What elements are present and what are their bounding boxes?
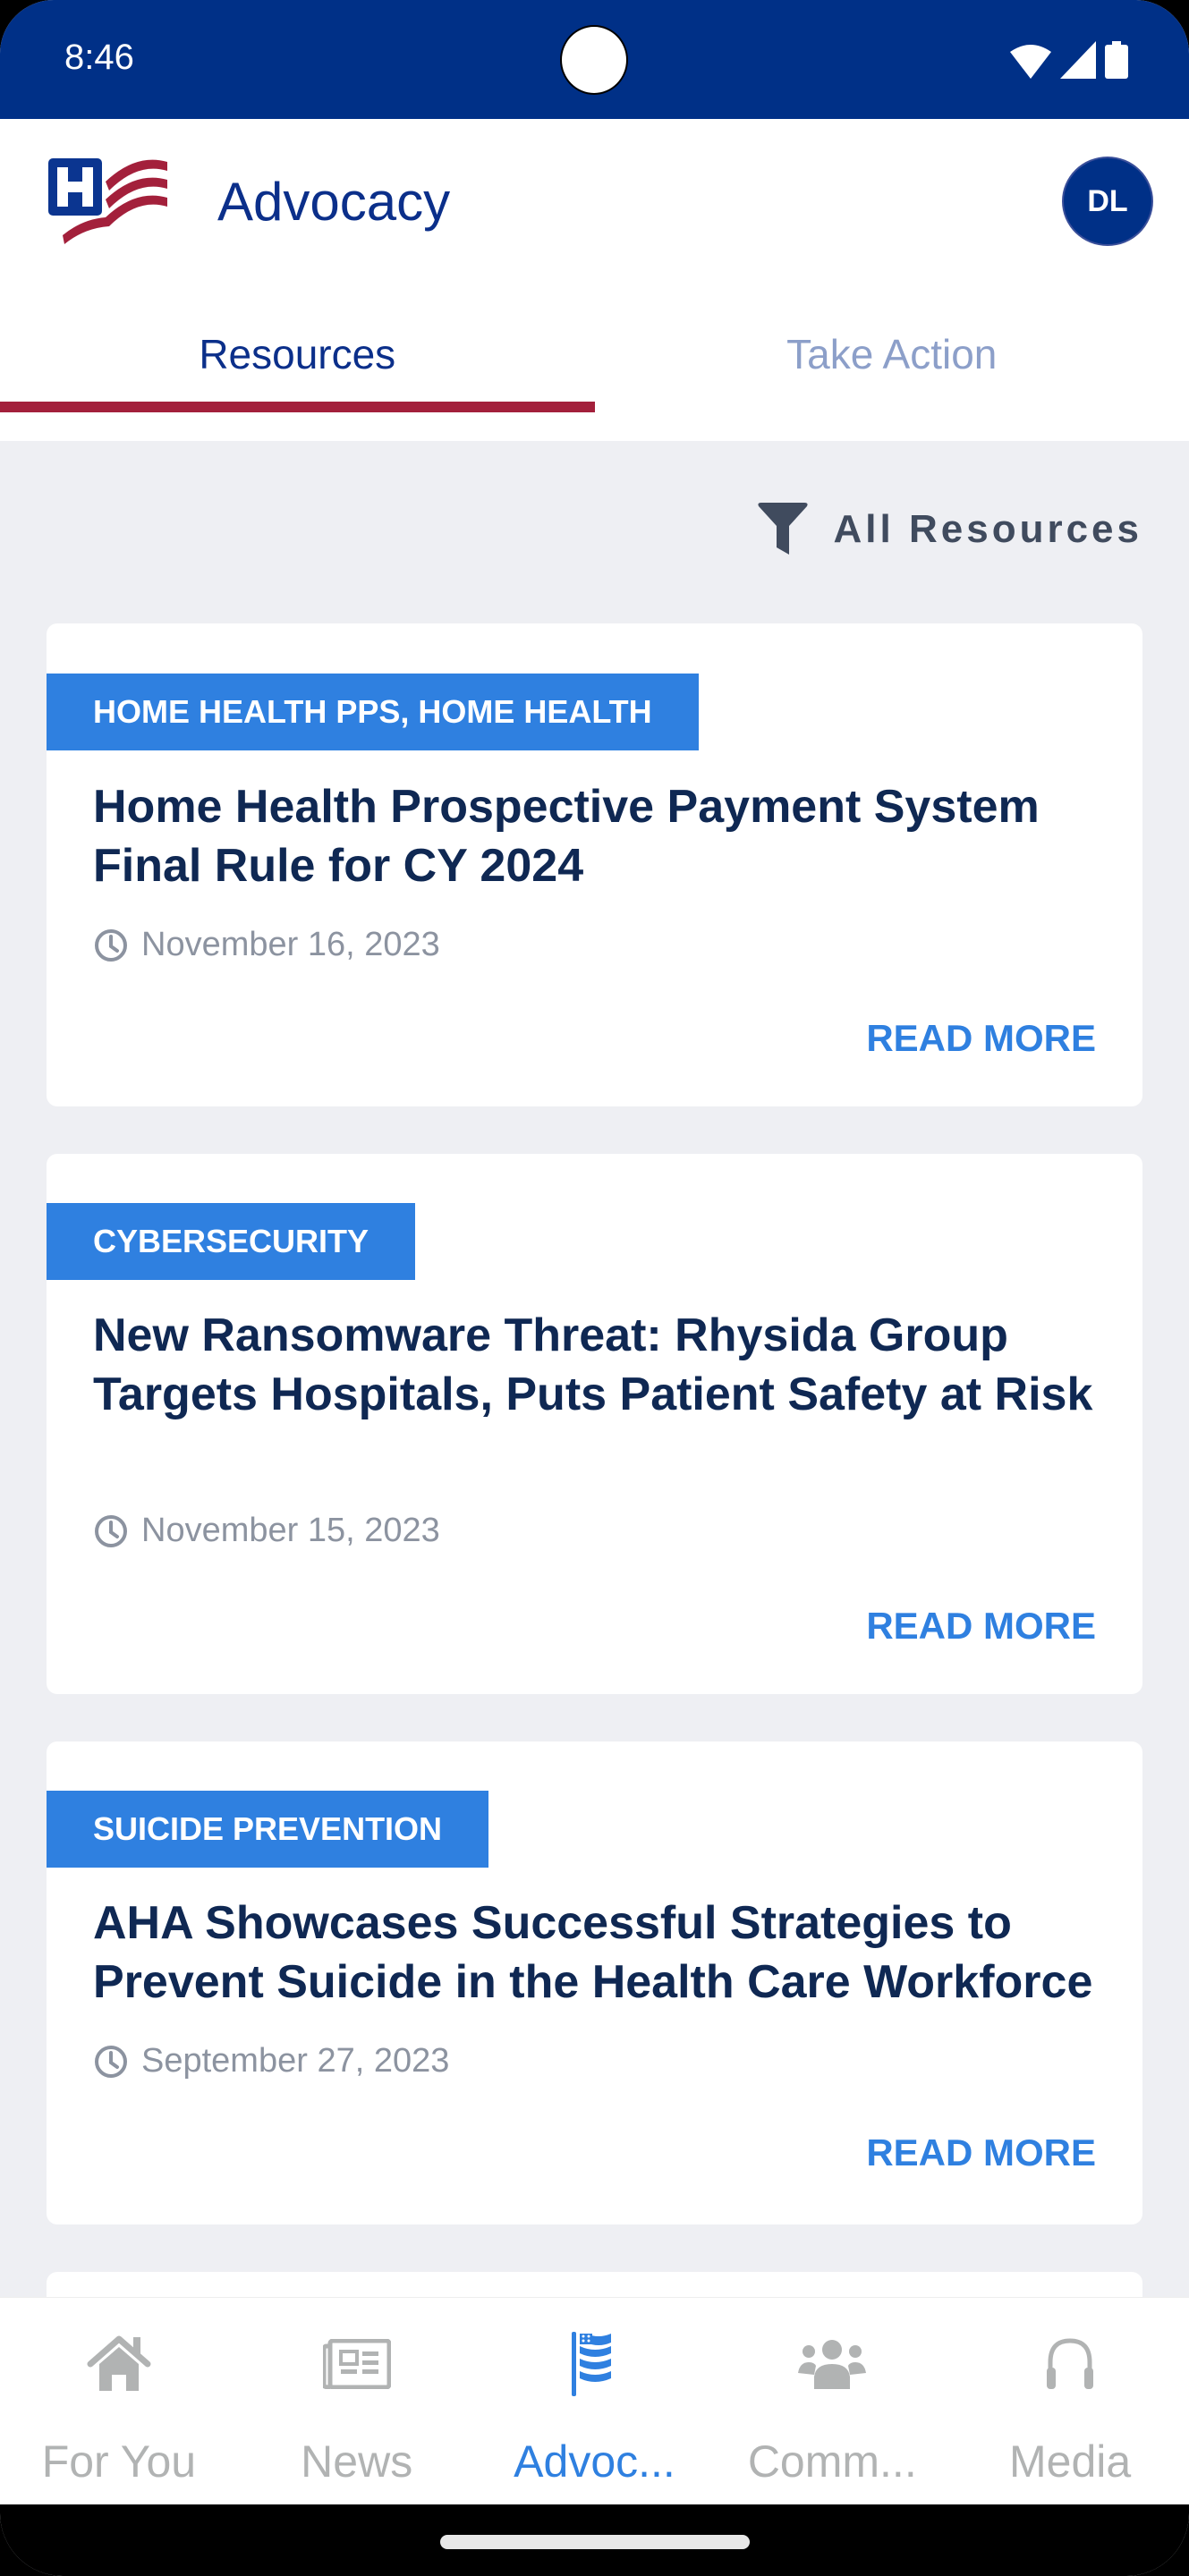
article-card[interactable]: HOME HEALTH PPS, HOME HEALTH Home Health…: [47, 623, 1142, 1106]
home-gesture-handle[interactable]: [440, 2535, 750, 2549]
nav-label: For You: [41, 2436, 197, 2487]
article-title[interactable]: New Ransomware Threat: Rhysida Group Tar…: [93, 1306, 1107, 1424]
read-more-button[interactable]: READ MORE: [866, 2131, 1096, 2174]
nav-label: Comm...: [747, 2436, 917, 2487]
home-icon: [87, 2335, 151, 2391]
article-date: September 27, 2023: [93, 2042, 449, 2080]
nav-label: Media: [1008, 2436, 1132, 2487]
article-title[interactable]: AHA Showcases Successful Strategies to P…: [93, 1894, 1107, 2012]
nav-label: News: [301, 2436, 413, 2487]
status-icons: [1008, 41, 1128, 79]
bottom-navigation: For You News Advoc... Comm... Media: [0, 2297, 1189, 2504]
clock-icon: [95, 2045, 127, 2078]
tab-resources[interactable]: Resources: [0, 307, 595, 423]
aha-logo: [48, 158, 167, 244]
system-gesture-area: [0, 2504, 1189, 2576]
avatar-initials: DL: [1087, 183, 1128, 218]
nav-item-news[interactable]: News: [238, 2298, 476, 2504]
wifi-icon: [1010, 45, 1051, 79]
read-more-button[interactable]: READ MORE: [866, 1017, 1096, 1060]
cellular-signal-icon: [1060, 41, 1096, 79]
nav-item-advocacy[interactable]: Advoc...: [476, 2298, 714, 2504]
article-date: November 15, 2023: [93, 1512, 440, 1550]
user-avatar[interactable]: DL: [1062, 157, 1153, 246]
filter-icon: [757, 503, 808, 555]
tab-take-action[interactable]: Take Action: [595, 307, 1189, 423]
page-title: Advocacy: [217, 172, 451, 232]
app-screen: 8:46 Advocacy DL Resources Take Action A…: [0, 0, 1189, 2576]
filter-button[interactable]: All Resources: [757, 503, 1142, 556]
article-title[interactable]: Home Health Prospective Payment System F…: [93, 777, 1107, 895]
newspaper-icon: [322, 2339, 391, 2389]
tab-bar: Resources Take Action: [0, 307, 1189, 423]
flag-icon: [572, 2332, 612, 2396]
app-header: Advocacy DL Resources Take Action: [0, 119, 1189, 441]
nav-item-for-you[interactable]: For You: [0, 2298, 238, 2504]
article-tag: SUICIDE PREVENTION: [47, 1791, 489, 1868]
article-date-text: November 15, 2023: [141, 1512, 440, 1549]
headphones-icon: [1047, 2338, 1094, 2389]
status-bar: 8:46: [0, 0, 1189, 119]
article-tag: CYBERSECURITY: [47, 1203, 416, 1280]
nav-item-media[interactable]: Media: [951, 2298, 1189, 2504]
read-more-button[interactable]: READ MORE: [866, 1605, 1096, 1648]
nav-label: Advoc...: [514, 2436, 675, 2487]
article-date-text: November 16, 2023: [141, 926, 440, 963]
article-date-text: September 27, 2023: [141, 2042, 450, 2080]
filter-label: All Resources: [833, 507, 1142, 551]
clock-icon: [95, 928, 127, 962]
clock-icon: [95, 1514, 127, 1547]
battery-icon: [1105, 41, 1128, 79]
article-tag: HOME HEALTH PPS, HOME HEALTH: [47, 674, 699, 750]
camera-cutout: [560, 25, 628, 95]
users-icon: [798, 2340, 867, 2389]
status-time: 8:46: [64, 38, 134, 77]
article-card[interactable]: SUICIDE PREVENTION AHA Showcases Success…: [47, 1741, 1142, 2224]
article-date: November 16, 2023: [93, 926, 440, 964]
article-card[interactable]: CYBERSECURITY New Ransomware Threat: Rhy…: [47, 1154, 1142, 1694]
nav-item-community[interactable]: Comm...: [713, 2298, 951, 2504]
